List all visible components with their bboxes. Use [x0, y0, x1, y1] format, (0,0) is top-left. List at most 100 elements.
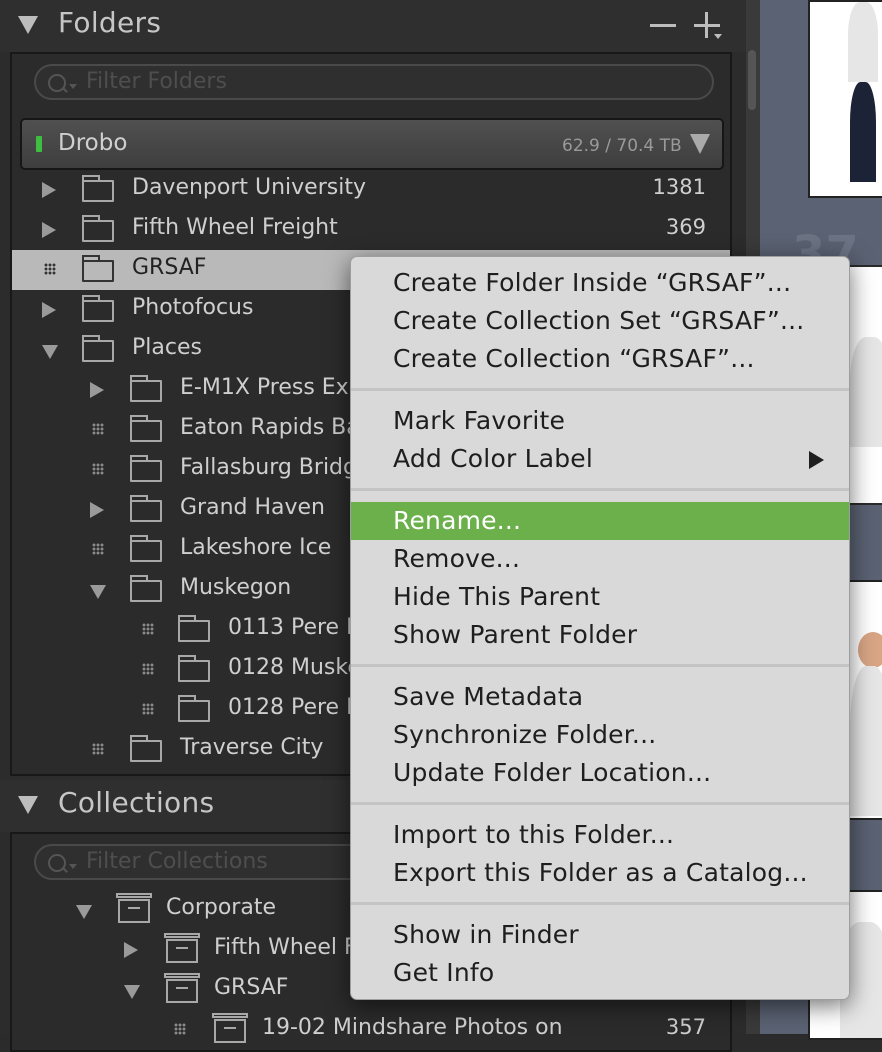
folder-label: Lakeshore Ice: [180, 535, 332, 560]
menu-separator: [351, 664, 849, 667]
folder-label: E-M1X Press Expo: [180, 375, 377, 400]
folder-label: Fallasburg Bridge: [180, 455, 371, 480]
remove-folder-button[interactable]: [650, 24, 676, 27]
volume-size: 62.9 / 70.4 TB: [562, 136, 682, 156]
menu-separator: [351, 802, 849, 805]
disclosure-triangle-icon[interactable]: [90, 382, 104, 398]
menu-item-show-parent-folder[interactable]: Show Parent Folder: [351, 616, 849, 654]
collection-set-icon: [164, 933, 200, 963]
menu-item-remove[interactable]: Remove...: [351, 540, 849, 578]
volume-menu-arrow-icon[interactable]: [690, 134, 710, 154]
disclosure-triangle-icon[interactable]: [124, 942, 138, 958]
folder-label: Traverse City: [180, 735, 324, 760]
menu-item-show-in-finder[interactable]: Show in Finder: [351, 916, 849, 954]
menu-item-create-folder-inside[interactable]: Create Folder Inside “GRSAF”...: [351, 264, 849, 302]
menu-item-mark-favorite[interactable]: Mark Favorite: [351, 402, 849, 440]
filter-folders-input[interactable]: Filter Folders: [34, 64, 714, 100]
folder-label: 0113 Pere M: [228, 615, 366, 640]
subfolder-dots-icon[interactable]: [92, 743, 104, 755]
menu-item-rename[interactable]: Rename...: [351, 502, 849, 540]
folder-row[interactable]: Davenport University 1381: [12, 170, 730, 210]
subfolder-dots-icon[interactable]: [92, 543, 104, 555]
folder-label: Grand Haven: [180, 495, 325, 520]
menu-item-export-as-catalog[interactable]: Export this Folder as a Catalog...: [351, 854, 849, 892]
folder-label: Photofocus: [132, 295, 254, 320]
folders-panel-title: Folders: [58, 6, 162, 39]
search-dropdown-icon: [69, 84, 77, 89]
folder-label: Davenport University: [132, 175, 366, 200]
menu-item-add-color-label[interactable]: Add Color Label: [351, 440, 849, 478]
folder-icon: [82, 295, 114, 322]
dropdown-caret-icon: [714, 34, 722, 39]
filter-placeholder: Filter Collections: [86, 849, 268, 874]
filter-placeholder: Filter Folders: [86, 69, 227, 94]
folder-icon: [130, 415, 162, 442]
add-folder-button[interactable]: [694, 10, 724, 40]
menu-item-save-metadata[interactable]: Save Metadata: [351, 678, 849, 716]
collection-row[interactable]: 19-02 Mindshare Photos on 357: [12, 1010, 730, 1050]
menu-separator: [351, 388, 849, 391]
disclosure-open-triangle-icon[interactable]: [76, 905, 92, 919]
collapse-triangle-icon[interactable]: [18, 16, 38, 34]
folder-label: Places: [132, 335, 202, 360]
folder-icon: [178, 655, 210, 682]
search-dropdown-icon: [69, 864, 77, 869]
subfolder-dots-icon[interactable]: [44, 263, 56, 275]
collection-label: GRSAF: [214, 975, 289, 1000]
menu-item-get-info[interactable]: Get Info: [351, 954, 849, 992]
menu-item-create-collection-set[interactable]: Create Collection Set “GRSAF”...: [351, 302, 849, 340]
disclosure-triangle-icon[interactable]: [90, 502, 104, 518]
menu-item-import-to-folder[interactable]: Import to this Folder...: [351, 816, 849, 854]
folder-icon: [82, 335, 114, 362]
subfolder-dots-icon[interactable]: [142, 663, 154, 675]
subfolder-dots-icon[interactable]: [92, 423, 104, 435]
folder-icon: [82, 175, 114, 202]
subfolder-dots-icon[interactable]: [174, 1023, 186, 1035]
folder-row[interactable]: Fifth Wheel Freight 369: [12, 210, 730, 250]
disclosure-open-triangle-icon[interactable]: [42, 345, 58, 359]
folder-icon: [130, 735, 162, 762]
folder-icon: [82, 255, 114, 282]
menu-item-synchronize-folder[interactable]: Synchronize Folder...: [351, 716, 849, 754]
folder-label: 0128 Pere M: [228, 695, 366, 720]
folder-label: 0128 Muske: [228, 655, 361, 680]
folders-panel-header[interactable]: Folders: [0, 0, 746, 52]
collection-label: 19-02 Mindshare Photos on: [262, 1015, 563, 1040]
folder-icon: [130, 535, 162, 562]
search-icon: [48, 854, 66, 872]
disclosure-open-triangle-icon[interactable]: [124, 985, 140, 999]
disclosure-triangle-icon[interactable]: [42, 222, 56, 238]
folder-icon: [130, 495, 162, 522]
collection-label: Fifth Wheel F: [214, 935, 357, 960]
menu-separator: [351, 488, 849, 491]
folder-count: 1381: [652, 175, 706, 199]
disclosure-open-triangle-icon[interactable]: [90, 585, 106, 599]
menu-item-create-collection[interactable]: Create Collection “GRSAF”...: [351, 340, 849, 378]
folder-icon: [178, 615, 210, 642]
volume-name: Drobo: [58, 130, 128, 156]
collection-count: 357: [665, 1015, 706, 1039]
subfolder-dots-icon[interactable]: [92, 463, 104, 475]
folder-count: 369: [665, 215, 706, 239]
folder-icon: [130, 455, 162, 482]
folder-icon: [82, 215, 114, 242]
submenu-arrow-icon: [809, 451, 824, 469]
disclosure-triangle-icon[interactable]: [42, 302, 56, 318]
scrollbar-thumb[interactable]: [748, 50, 756, 110]
menu-item-update-folder-location[interactable]: Update Folder Location...: [351, 754, 849, 792]
folder-label: GRSAF: [132, 255, 207, 280]
disclosure-triangle-icon[interactable]: [42, 182, 56, 198]
collection-set-icon: [164, 973, 200, 1003]
collections-panel-title: Collections: [58, 786, 215, 819]
subfolder-dots-icon[interactable]: [142, 703, 154, 715]
folder-label: Muskegon: [180, 575, 292, 600]
folder-label: Eaton Rapids Bar: [180, 415, 369, 440]
folder-context-menu: Create Folder Inside “GRSAF”... Create C…: [350, 256, 850, 1000]
folder-icon: [178, 695, 210, 722]
menu-separator: [351, 902, 849, 905]
volume-header-drobo[interactable]: Drobo 62.9 / 70.4 TB: [20, 118, 724, 170]
photo-thumbnail[interactable]: [808, 0, 882, 198]
menu-item-hide-this-parent[interactable]: Hide This Parent: [351, 578, 849, 616]
subfolder-dots-icon[interactable]: [142, 623, 154, 635]
collapse-triangle-icon[interactable]: [18, 796, 38, 814]
